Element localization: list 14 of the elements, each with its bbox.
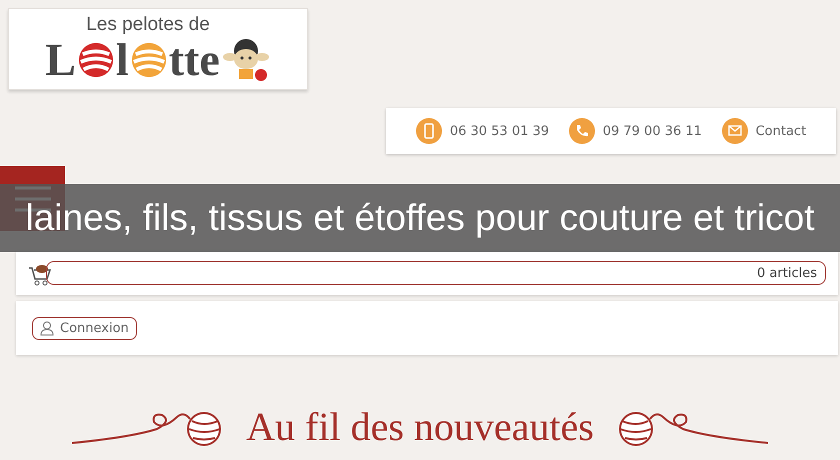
mobile-phone-icon (416, 118, 442, 144)
phone-icon (568, 118, 595, 144)
login-button[interactable]: Connexion (32, 316, 137, 340)
yarn-ball-icon (130, 41, 168, 79)
contact-link[interactable]: 09 79 00 36 11 (568, 118, 702, 144)
logo[interactable]: Les pelotes de L l tte (8, 8, 308, 90)
yarn-ball-icon (76, 41, 115, 79)
section-heading: Au fil des nouveautés (246, 405, 594, 449)
envelope-icon (722, 118, 748, 144)
contact-link[interactable]: 06 30 53 01 39 (416, 118, 550, 144)
cart-summary[interactable]: 0 articles (46, 261, 826, 285)
user-icon (40, 320, 54, 336)
contact-link[interactable]: Contact (722, 118, 806, 144)
caption-banner: laines, fils, tissus et étoffes pour couture et tricot (0, 184, 840, 252)
